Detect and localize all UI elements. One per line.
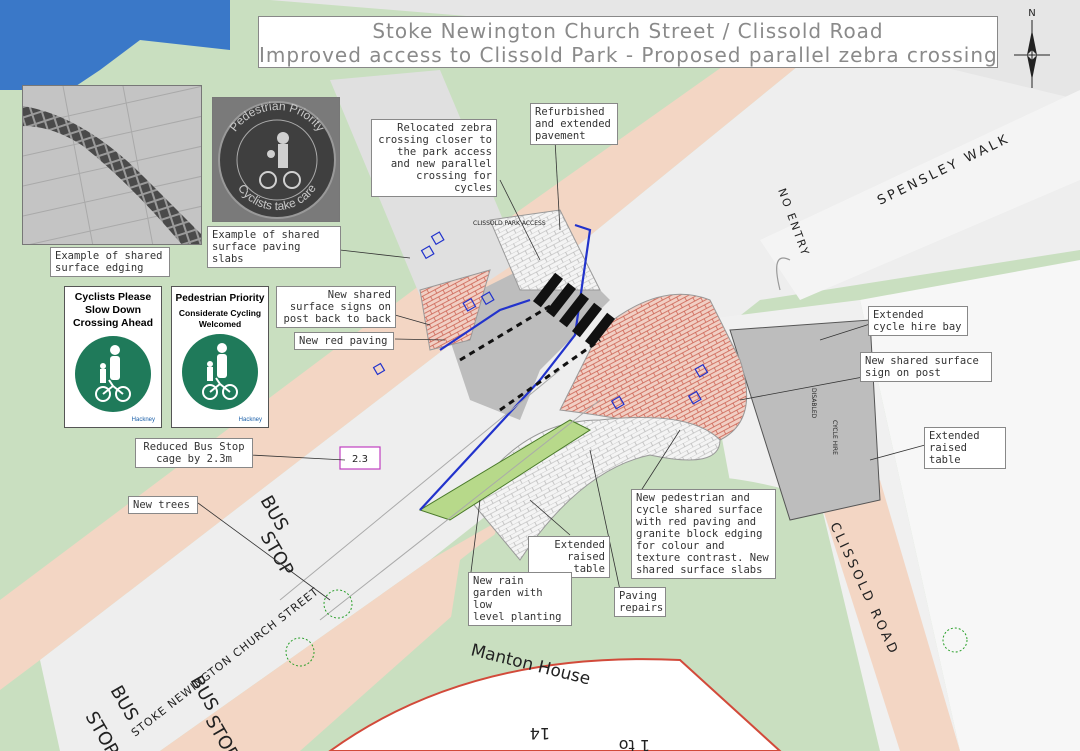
cycle-hire-bay-label: CYCLE HIRE xyxy=(831,420,838,455)
sign-cyclists-title: Cyclists Please Slow Down Crossing Ahead xyxy=(72,291,154,329)
flat-14-label: 14 xyxy=(530,724,550,743)
north-label: N xyxy=(1028,8,1035,19)
dimension-label: 2.3 xyxy=(352,454,368,465)
photo-slab-disc: Pedestrian Priority Cyclists take care xyxy=(212,97,340,222)
callout-new-sign-on-post: New shared surface sign on post xyxy=(860,352,992,382)
pedestrian-cycle-icon xyxy=(95,345,131,402)
sign-cyclists-slow-down: Cyclists Please Slow Down Crossing Ahead… xyxy=(64,286,162,428)
plan-drawing: 2.3 SPENSLEY WALK NO ENTRY CLISSOLD ROAD… xyxy=(0,0,1080,751)
callout-relocated-zebra: Relocated zebra crossing closer to the p… xyxy=(371,119,497,197)
disabled-bay-label: DISABLED xyxy=(810,388,817,419)
title-line-2: Improved access to Clissold Park - Propo… xyxy=(259,43,998,67)
callout-shared-edging: Example of shared surface edging xyxy=(50,247,170,277)
photo-edging xyxy=(22,85,202,245)
sign-cyclists-roundel xyxy=(75,336,151,412)
callout-shared-slabs: Example of shared surface paving slabs xyxy=(207,226,341,268)
sign-pedestrian-title: Pedestrian Priority xyxy=(175,293,265,304)
sign-pedestrian-priority: Pedestrian Priority Considerate Cycling … xyxy=(171,286,269,428)
sign-pedestrian-footer: Hackney xyxy=(238,417,262,423)
callout-new-trees: New trees xyxy=(128,496,198,514)
callout-rain-garden: New rain garden with low level planting xyxy=(468,572,572,626)
pedestrian-priority-disc-image: Pedestrian Priority Cyclists take care xyxy=(213,98,339,221)
title-box: Stoke Newington Church Street / Clissold… xyxy=(258,16,998,68)
flat-range-label: 1 to xyxy=(619,736,650,751)
park-access-label: CLISSOLD PARK ACCESS xyxy=(473,220,546,227)
photo-edging-image xyxy=(23,86,201,244)
sign-pedestrian-roundel xyxy=(182,334,258,410)
callout-refurbished-pavement: Refurbished and extended pavement xyxy=(530,103,618,145)
callout-paving-repairs: Paving repairs xyxy=(614,587,666,617)
callout-new-signs-back: New shared surface signs on post back to… xyxy=(276,286,396,328)
sign-cyclists-footer: Hackney xyxy=(131,417,155,423)
callout-extended-cycle-hire: Extended cycle hire bay xyxy=(868,306,968,336)
sign-pedestrian-subtitle: Considerate Cycling Welcomed xyxy=(178,308,262,329)
callout-extended-raised-table-right: Extended raised table xyxy=(924,427,1006,469)
pedestrian-cycle-icon-2 xyxy=(202,343,238,400)
callout-new-red-paving: New red paving xyxy=(294,332,394,350)
title-line-1: Stoke Newington Church Street / Clissold… xyxy=(372,19,884,43)
callout-shared-surface-desc: New pedestrian and cycle shared surface … xyxy=(631,489,776,579)
callout-reduced-bus-stop: Reduced Bus Stop cage by 2.3m xyxy=(135,438,253,468)
